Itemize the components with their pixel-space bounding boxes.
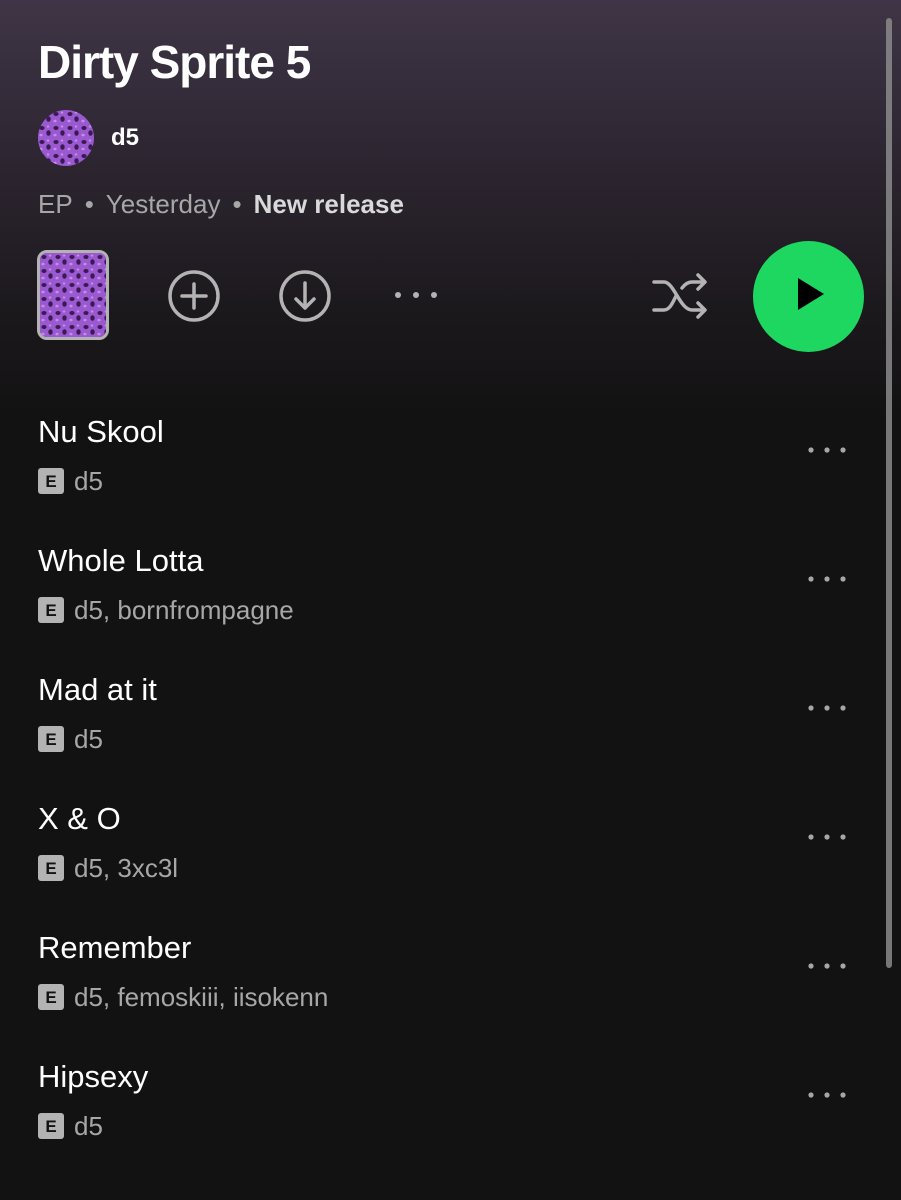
track-artists: d5	[74, 1110, 103, 1141]
album-title: Dirty Sprite 5	[38, 36, 311, 88]
track-artists: d5, femoskiii, iisokenn	[74, 981, 329, 1012]
artist-row[interactable]: d5	[38, 110, 139, 166]
track-row[interactable]: Mad at it Ed5	[0, 646, 901, 775]
release-date: Yesterday	[105, 189, 221, 219]
shuffle-icon	[648, 264, 712, 333]
track-subtitle: Ed5	[38, 1111, 103, 1141]
plus-circle-icon	[166, 268, 222, 329]
track-artists: d5, 3xc3l	[74, 852, 179, 883]
track-subtitle: Ed5, 3xc3l	[38, 853, 178, 883]
more-horizontal-icon	[805, 825, 849, 854]
explicit-badge: E	[38, 855, 64, 881]
track-artists: d5, bornfrompagne	[74, 594, 294, 625]
more-horizontal-icon	[805, 438, 849, 467]
track-subtitle: Ed5	[38, 466, 103, 496]
track-row[interactable]: Nu Skool Ed5	[0, 388, 901, 517]
track-row[interactable]: Hipsexy Ed5	[0, 1033, 901, 1162]
track-subtitle: Ed5, bornfrompagne	[38, 595, 294, 625]
more-horizontal-icon	[805, 696, 849, 725]
more-options-button[interactable]	[388, 282, 444, 312]
add-to-library-button[interactable]	[166, 268, 222, 329]
more-horizontal-icon	[388, 280, 444, 315]
track-title: Hipsexy	[38, 1059, 149, 1094]
more-horizontal-icon	[805, 1083, 849, 1112]
meta-separator: •	[84, 189, 94, 219]
track-title: Nu Skool	[38, 414, 164, 449]
track-more-button[interactable]	[805, 569, 849, 593]
album-cover-thumbnail[interactable]	[37, 250, 109, 340]
track-title: X & O	[38, 801, 121, 836]
track-artists: d5	[74, 723, 103, 754]
explicit-badge: E	[38, 468, 64, 494]
track-title: Whole Lotta	[38, 543, 204, 578]
track-subtitle: Ed5	[38, 724, 103, 754]
scrollbar[interactable]	[886, 18, 892, 968]
track-subtitle: Ed5, femoskiii, iisokenn	[38, 982, 328, 1012]
new-release-badge: New release	[253, 189, 404, 219]
download-button[interactable]	[277, 268, 333, 329]
play-icon	[789, 274, 829, 319]
track-list: Nu Skool Ed5 Whole Lotta Ed5, bornfrompagne…	[0, 388, 901, 1162]
play-button[interactable]	[753, 241, 864, 352]
more-horizontal-icon	[805, 567, 849, 596]
track-more-button[interactable]	[805, 1085, 849, 1109]
track-title: Mad at it	[38, 672, 157, 707]
explicit-badge: E	[38, 597, 64, 623]
album-page: Dirty Sprite 5 d5 EP • Yesterday • New relea…	[0, 0, 901, 1200]
track-more-button[interactable]	[805, 956, 849, 980]
artist-name[interactable]: d5	[111, 124, 139, 152]
download-circle-icon	[277, 268, 333, 329]
track-title: Remember	[38, 930, 192, 965]
explicit-badge: E	[38, 726, 64, 752]
track-artists: d5	[74, 465, 103, 496]
album-meta: EP • Yesterday • New release	[38, 186, 404, 222]
shuffle-button[interactable]	[648, 266, 712, 330]
album-type: EP	[38, 189, 73, 219]
track-row[interactable]: Whole Lotta Ed5, bornfrompagne	[0, 517, 901, 646]
meta-separator: •	[232, 189, 242, 219]
track-row[interactable]: X & O Ed5, 3xc3l	[0, 775, 901, 904]
more-horizontal-icon	[805, 954, 849, 983]
track-more-button[interactable]	[805, 827, 849, 851]
track-more-button[interactable]	[805, 698, 849, 722]
explicit-badge: E	[38, 1113, 64, 1139]
artist-avatar[interactable]	[38, 110, 94, 166]
track-row[interactable]: Remember Ed5, femoskiii, iisokenn	[0, 904, 901, 1033]
track-more-button[interactable]	[805, 440, 849, 464]
explicit-badge: E	[38, 984, 64, 1010]
